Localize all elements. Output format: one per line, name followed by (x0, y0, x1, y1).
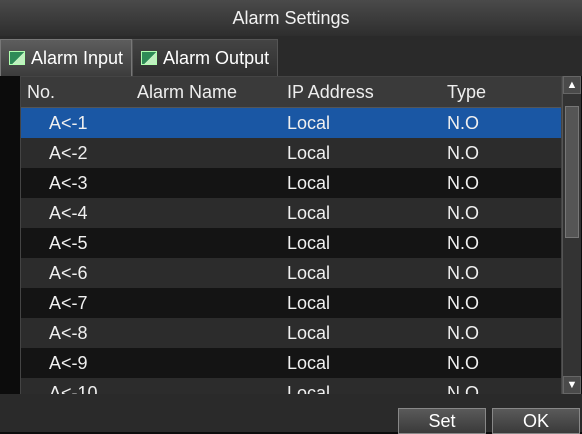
cell-alarm-name (131, 108, 281, 138)
cell-alarm-name (131, 228, 281, 258)
table-row[interactable]: A<-8 Local N.O (21, 318, 561, 348)
cell-ip-address: Local (287, 353, 331, 373)
cell-type: N.O (447, 173, 480, 193)
cell-no: A<-9 (49, 353, 88, 373)
cell-no: A<-3 (49, 173, 88, 193)
cell-type: N.O (447, 353, 480, 373)
scroll-up-icon[interactable]: ▲ (563, 76, 581, 94)
header-type: Type (447, 82, 487, 102)
table-row[interactable]: A<-2 Local N.O (21, 138, 561, 168)
cell-no: A<-5 (49, 233, 88, 253)
cell-no: A<-2 (49, 143, 88, 163)
cell-type: N.O (447, 113, 480, 133)
table-row[interactable]: A<-6 Local N.O (21, 258, 561, 288)
cell-alarm-name (131, 168, 281, 198)
cell-alarm-name (131, 198, 281, 228)
table-row[interactable]: A<-7 Local N.O (21, 288, 561, 318)
ok-button[interactable]: OK (492, 408, 580, 434)
alarm-output-icon (141, 51, 158, 65)
window-title: Alarm Settings (0, 0, 582, 36)
cell-ip-address: Local (287, 203, 331, 223)
table-header: No. Alarm Name IP Address Type (21, 77, 561, 108)
cell-alarm-name (131, 138, 281, 168)
table-row[interactable]: A<-4 Local N.O (21, 198, 561, 228)
header-ip-address: IP Address (287, 82, 374, 102)
cell-ip-address: Local (287, 143, 331, 163)
cell-alarm-name (131, 288, 281, 318)
cell-ip-address: Local (287, 293, 331, 313)
cell-alarm-name (131, 318, 281, 348)
cell-type: N.O (447, 233, 480, 253)
cell-no: A<-1 (49, 113, 88, 133)
table-row[interactable]: A<-3 Local N.O (21, 168, 561, 198)
cell-type: N.O (447, 293, 480, 313)
alarm-input-icon (9, 51, 25, 65)
table-row[interactable]: A<-5 Local N.O (21, 228, 561, 258)
cell-no: A<-6 (49, 263, 88, 283)
cell-type: N.O (447, 263, 480, 283)
tab-alarm-output-label: Alarm Output (163, 47, 270, 68)
cell-type: N.O (447, 323, 480, 343)
table-scrollbar[interactable]: ▲ ▼ (562, 76, 581, 394)
cell-ip-address: Local (287, 323, 331, 343)
header-no: No. (27, 82, 56, 102)
tab-alarm-input-label: Alarm Input (31, 47, 124, 68)
cell-type: N.O (447, 203, 480, 223)
cell-no: A<-8 (49, 323, 88, 343)
cell-alarm-name (131, 348, 281, 378)
tab-alarm-input[interactable]: Alarm Input (0, 39, 133, 76)
cell-ip-address: Local (287, 233, 331, 253)
tab-bar: Alarm Input Alarm Output (0, 36, 582, 76)
alarm-input-table: No. Alarm Name IP Address Type A<-1 Local… (20, 76, 562, 396)
cell-alarm-name (131, 258, 281, 288)
table-row[interactable]: A<-1 Local N.O (21, 108, 561, 138)
cell-type: N.O (447, 143, 480, 163)
cell-no: A<-4 (49, 203, 88, 223)
cell-ip-address: Local (287, 173, 331, 193)
cell-no: A<-7 (49, 293, 88, 313)
scroll-thumb[interactable] (565, 106, 579, 238)
scroll-down-icon[interactable]: ▼ (563, 376, 581, 394)
cell-ip-address: Local (287, 113, 331, 133)
set-button[interactable]: Set (398, 408, 486, 434)
header-alarm-name: Alarm Name (137, 82, 238, 102)
footer-bar: Set OK (0, 394, 582, 434)
tab-alarm-output[interactable]: Alarm Output (132, 39, 279, 76)
cell-ip-address: Local (287, 263, 331, 283)
table-row[interactable]: A<-9 Local N.O (21, 348, 561, 378)
